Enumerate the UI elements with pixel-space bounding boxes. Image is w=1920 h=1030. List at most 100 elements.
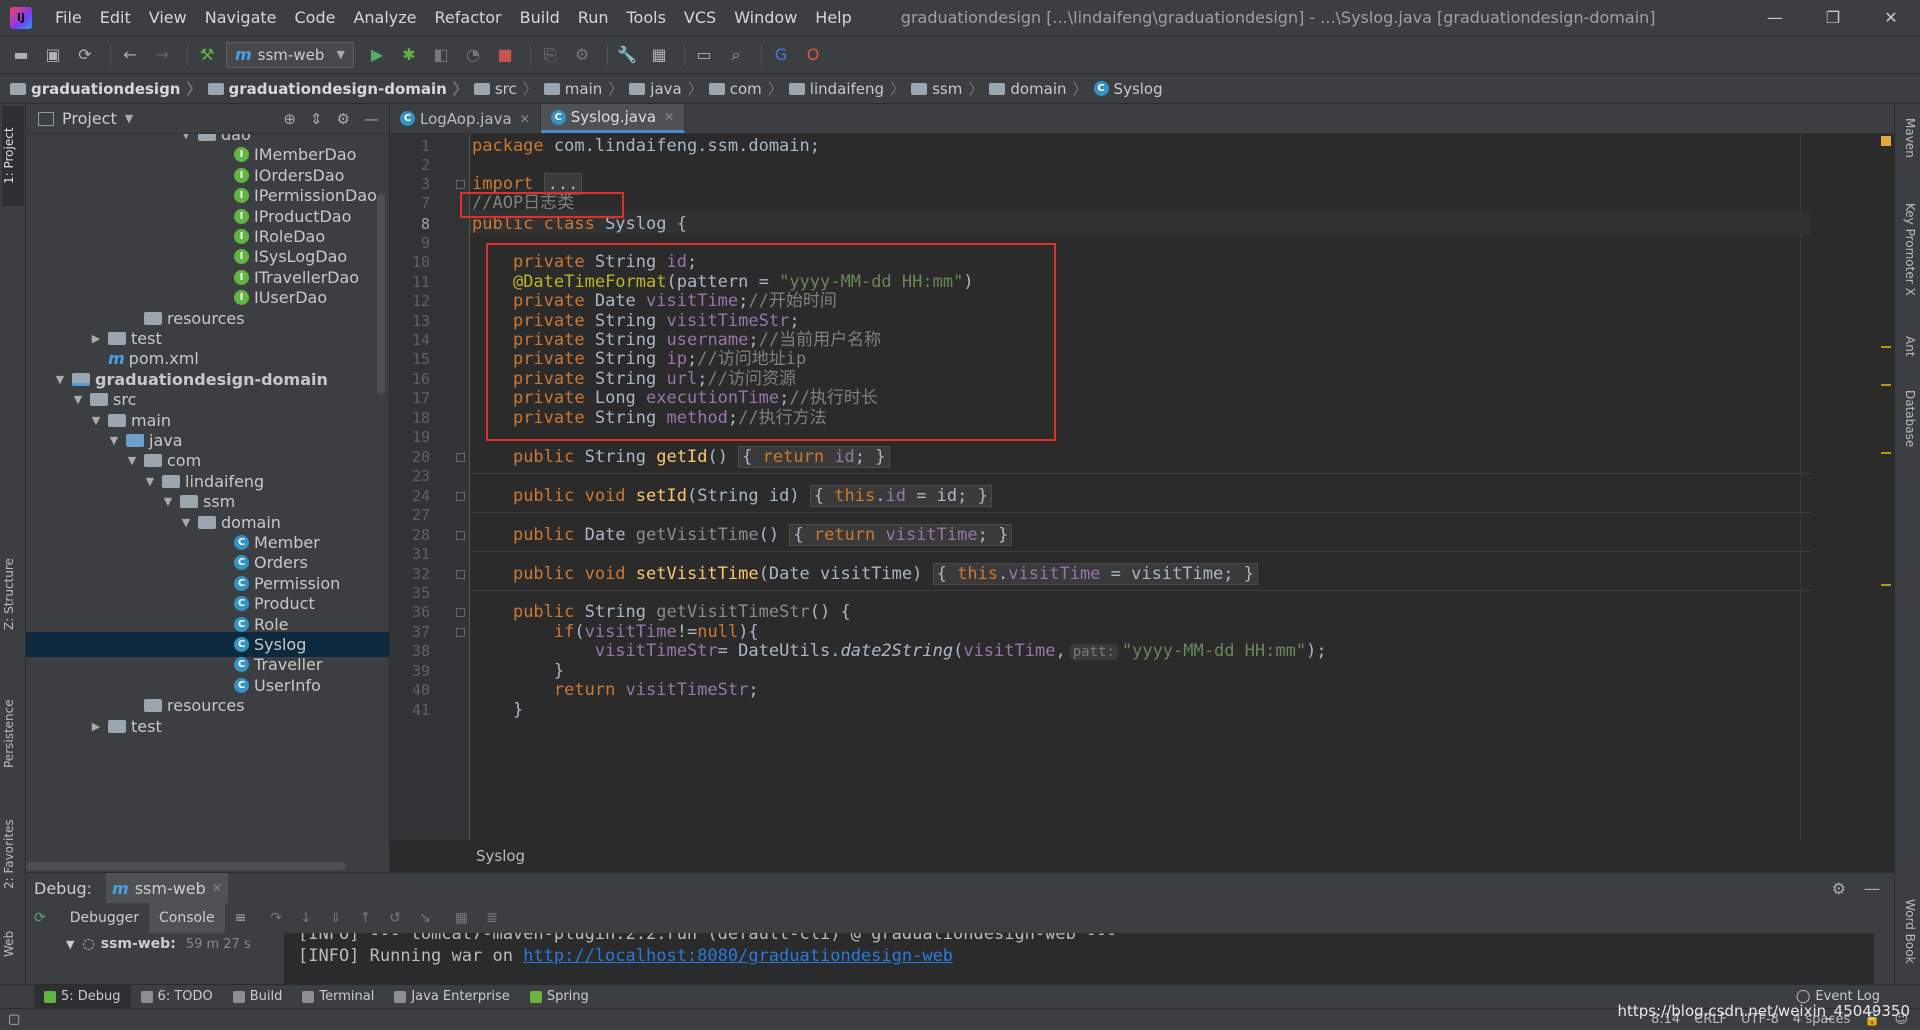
translate-icon[interactable]: G — [768, 42, 794, 68]
back-arrow-icon[interactable]: ← — [117, 42, 143, 68]
search-icon[interactable]: ⌕ — [723, 42, 749, 68]
breadcrumb-item[interactable]: ssm 〉 — [911, 78, 983, 99]
menu-run[interactable]: Run — [569, 0, 618, 36]
trace-icon[interactable]: ≣ — [486, 910, 498, 926]
menu-tools[interactable]: Tools — [618, 0, 675, 36]
run-icon[interactable]: ▶ — [364, 42, 390, 68]
tab-console[interactable]: Console — [149, 903, 225, 933]
tab-debugger[interactable]: Debugger — [60, 903, 149, 933]
menu-refactor[interactable]: Refactor — [426, 0, 511, 36]
forward-arrow-icon[interactable]: → — [149, 42, 175, 68]
chevron-down-icon[interactable]: ▼ — [125, 112, 133, 125]
drop-frame-icon[interactable]: ↺ — [389, 910, 401, 926]
tab-project[interactable]: 1: Project — [2, 106, 24, 206]
tree-vertical-scrollbar[interactable] — [377, 194, 385, 394]
open-folder-icon[interactable]: ▬ — [8, 42, 34, 68]
frame-row[interactable]: ▼ ◌ ssm-web: 59 m 27 s — [56, 933, 284, 955]
rerun-icon[interactable]: ⟳ — [34, 910, 46, 926]
menu-analyze[interactable]: Analyze — [344, 0, 425, 36]
office-icon[interactable]: O — [800, 42, 826, 68]
stop-icon[interactable]: ■ — [492, 42, 518, 68]
menu-icon[interactable]: ≡ — [235, 910, 247, 926]
breadcrumb-item[interactable]: src 〉 — [473, 78, 538, 99]
collapse-all-icon[interactable]: ⇕ — [310, 110, 323, 128]
run-to-cursor-icon[interactable]: ↘ — [419, 910, 431, 926]
menu-build[interactable]: Build — [511, 0, 569, 36]
tool-todo[interactable]: 6: TODO — [131, 985, 223, 1009]
fold-toggle-icon[interactable] — [456, 608, 465, 617]
tab-database[interactable]: Database — [1897, 374, 1917, 464]
menu-help[interactable]: Help — [806, 0, 860, 36]
tree-horizontal-scrollbar[interactable] — [26, 862, 346, 870]
terminal-icon[interactable]: ▭ — [691, 42, 717, 68]
close-tab-icon[interactable]: ✕ — [520, 112, 530, 126]
gear-icon[interactable]: ⚙ — [1832, 879, 1846, 898]
status-toggle-icon[interactable]: ▢ — [8, 1012, 20, 1027]
menu-code[interactable]: Code — [286, 0, 345, 36]
build-hammer-icon[interactable]: ⚒ — [194, 42, 220, 68]
breadcrumb-item[interactable]: domain 〉 — [989, 78, 1088, 99]
run-configuration-select[interactable]: m ssm-web ▼ — [226, 41, 354, 68]
coverage-icon[interactable]: ◧ — [428, 42, 454, 68]
locate-target-icon[interactable]: ⊕ — [283, 110, 296, 128]
breadcrumb-item[interactable]: java 〉 — [629, 78, 703, 99]
breadcrumb-item[interactable]: com 〉 — [708, 78, 783, 99]
breadcrumb-item[interactable]: main 〉 — [543, 78, 623, 99]
gear-icon[interactable]: ⚙ — [337, 110, 350, 128]
breadcrumb-item[interactable]: graduationdesign-domain 〉 — [207, 78, 468, 99]
fold-toggle-icon[interactable] — [456, 531, 465, 540]
tool-build[interactable]: Build — [223, 985, 293, 1009]
menu-edit[interactable]: Edit — [91, 0, 140, 36]
debug-bug-icon[interactable]: ✱ — [396, 42, 422, 68]
sync-icon[interactable]: ⟳ — [72, 42, 98, 68]
tab-logaop-java[interactable]: C LogAop.java ✕ — [390, 104, 541, 133]
tool-spring[interactable]: Spring — [520, 985, 599, 1009]
breadcrumb-item[interactable]: C Syslog — [1093, 80, 1163, 98]
debug-session-tab[interactable]: m ssm-web ✕ — [106, 873, 228, 903]
console-output[interactable]: [INFO] --- tomcat7-maven-plugin:2.2:run … — [284, 933, 1874, 985]
menu-vcs[interactable]: VCS — [675, 0, 725, 36]
save-icon[interactable]: ▣ — [40, 42, 66, 68]
step-into-icon[interactable]: ↓ — [300, 910, 312, 926]
code-area[interactable]: 1 2 3 7 8 9 10 11 12 13 14 15 16 17 18 19 20 23 24 27 28 31 32… — [390, 134, 1894, 840]
tab-persistence[interactable]: Persistence — [2, 684, 24, 784]
fold-toggle-icon[interactable] — [456, 628, 465, 637]
step-over-icon[interactable]: ↷ — [270, 910, 282, 926]
menu-navigate[interactable]: Navigate — [196, 0, 286, 36]
expand-arrow-icon[interactable]: ▼ — [66, 938, 74, 951]
tool-debug[interactable]: 5: Debug — [34, 984, 131, 1009]
close-icon[interactable]: ✕ — [1862, 0, 1920, 36]
restore-icon[interactable]: ❐ — [1804, 0, 1862, 36]
tab-favorites[interactable]: 2: Favorites — [2, 804, 24, 904]
tab-ant[interactable]: Ant — [1897, 326, 1917, 366]
minimize-icon[interactable]: — — [1746, 0, 1804, 36]
tab-web[interactable]: Web — [2, 914, 24, 974]
fold-toggle-icon[interactable] — [456, 453, 465, 462]
close-tab-icon[interactable]: ✕ — [212, 881, 222, 895]
tab-key-promoter[interactable]: Key Promoter X — [1897, 184, 1917, 314]
tool-terminal[interactable]: Terminal — [292, 985, 384, 1009]
menu-view[interactable]: View — [140, 0, 196, 36]
fold-toggle-icon[interactable] — [456, 570, 465, 579]
fold-toggle-icon[interactable] — [456, 180, 465, 189]
fold-toggle-icon[interactable] — [456, 492, 465, 501]
tab-word-book[interactable]: Word Book — [1897, 886, 1917, 976]
force-step-into-icon[interactable]: ⇓ — [330, 910, 342, 926]
tab-maven[interactable]: Maven — [1897, 108, 1917, 168]
project-structure-icon[interactable]: ▦ — [646, 42, 672, 68]
localhost-link[interactable]: http://localhost:8080/graduationdesign-w… — [523, 946, 953, 966]
tool-java-enterprise[interactable]: Java Enterprise — [384, 985, 519, 1009]
breadcrumb-item[interactable]: graduationdesign 〉 — [10, 78, 202, 99]
project-panel-title[interactable]: Project — [62, 109, 117, 128]
tree-item[interactable]: ▼ dao — [26, 134, 389, 147]
wrench-settings-icon[interactable]: 🔧 — [614, 42, 640, 68]
profile-icon[interactable]: ◔ — [460, 42, 486, 68]
close-tab-icon[interactable]: ✕ — [664, 110, 674, 124]
tab-structure[interactable]: Z: Structure — [2, 544, 24, 644]
attach-debugger-icon[interactable]: ⎘ — [537, 42, 563, 68]
hide-panel-icon[interactable]: — — [364, 110, 379, 128]
reload-classes-icon[interactable]: ⚙ — [569, 42, 595, 68]
step-out-icon[interactable]: ↑ — [360, 910, 372, 926]
menu-window[interactable]: Window — [725, 0, 806, 36]
hide-panel-icon[interactable]: — — [1864, 879, 1880, 898]
